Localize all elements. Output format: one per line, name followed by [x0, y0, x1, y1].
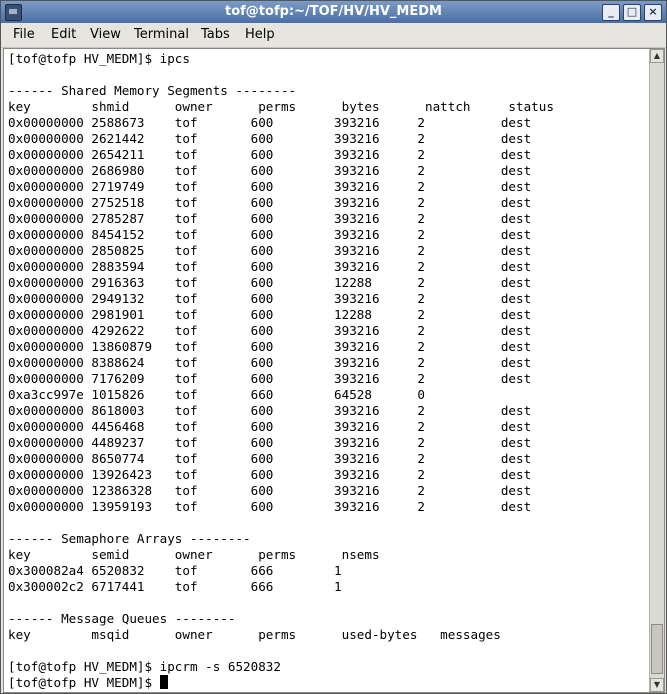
terminal-line-text: 0x00000000 2686980 tof 600 393216 2 dest	[8, 163, 532, 178]
terminal-line: key shmid owner perms bytes nattch statu…	[8, 99, 648, 115]
terminal-line: 0x300002c2 6717441 tof 666 1	[8, 579, 648, 595]
terminal-line-text: ------ Semaphore Arrays --------	[8, 531, 251, 546]
terminal-line: 0x00000000 8454152 tof 600 393216 2 dest	[8, 227, 648, 243]
terminal-line: ------ Shared Memory Segments --------	[8, 83, 648, 99]
terminal-line-text: 0x00000000 2850825 tof 600 393216 2 dest	[8, 243, 532, 258]
menu-file[interactable]: File	[13, 27, 35, 42]
terminal-line-text: 0x00000000 8388624 tof 600 393216 2 dest	[8, 355, 532, 370]
terminal-line: 0x00000000 4292622 tof 600 393216 2 dest	[8, 323, 648, 339]
terminal-line: 0x00000000 8388624 tof 600 393216 2 dest	[8, 355, 648, 371]
terminal-line: 0x00000000 7176209 tof 600 393216 2 dest	[8, 371, 648, 387]
terminal-line: 0x00000000 2981901 tof 600 12288 2 dest	[8, 307, 648, 323]
terminal-window: tof@tofp:~/TOF/HV/HV_MEDM _ □ × File Edi…	[0, 0, 667, 694]
terminal-line-text: 0x00000000 8454152 tof 600 393216 2 dest	[8, 227, 532, 242]
terminal-line-text: 0x00000000 2981901 tof 600 12288 2 dest	[8, 307, 532, 322]
terminal-line: ------ Semaphore Arrays --------	[8, 531, 648, 547]
menu-terminal[interactable]: Terminal	[134, 27, 189, 42]
menu-view[interactable]: View	[90, 27, 121, 42]
terminal-line: 0x00000000 2916363 tof 600 12288 2 dest	[8, 275, 648, 291]
scroll-down-icon[interactable]: ▼	[650, 678, 664, 692]
terminal-line: [tof@tofp HV_MEDM]$	[8, 675, 648, 689]
menu-tabs[interactable]: Tabs	[201, 27, 230, 42]
terminal-line-text: 0x00000000 4456468 tof 600 393216 2 dest	[8, 419, 532, 434]
text-cursor	[159, 675, 168, 689]
terminal-line-text: 0x00000000 2916363 tof 600 12288 2 dest	[8, 275, 532, 290]
terminal-line: 0x00000000 2588673 tof 600 393216 2 dest	[8, 115, 648, 131]
terminal-line-text: 0x00000000 2883594 tof 600 393216 2 dest	[8, 259, 532, 274]
terminal-line-text: 0x00000000 4292622 tof 600 393216 2 dest	[8, 323, 532, 338]
terminal-line-text: 0xa3cc997e 1015826 tof 660 64528 0	[8, 387, 426, 402]
terminal-line: 0xa3cc997e 1015826 tof 660 64528 0	[8, 387, 648, 403]
terminal-line-text: ------ Shared Memory Segments --------	[8, 83, 297, 98]
menu-help[interactable]: Help	[245, 27, 275, 42]
terminal-line: ------ Message Queues --------	[8, 611, 648, 627]
terminal-line-text: 0x00000000 13860879 tof 600 393216 2 des…	[8, 339, 532, 354]
terminal-line-text: key shmid owner perms bytes nattch statu…	[8, 99, 554, 114]
terminal-line-text: 0x00000000 2654211 tof 600 393216 2 dest	[8, 147, 532, 162]
terminal-line: 0x00000000 12386328 tof 600 393216 2 des…	[8, 483, 648, 499]
terminal-line: 0x300082a4 6520832 tof 666 1	[8, 563, 648, 579]
terminal-line-text: 0x300002c2 6717441 tof 666 1	[8, 579, 342, 594]
terminal-line-text: key semid owner perms nsems	[8, 547, 380, 562]
terminal-line-text: 0x00000000 2719749 tof 600 393216 2 dest	[8, 179, 532, 194]
terminal-line: [tof@tofp HV_MEDM]$ ipcrm -s 6520832	[8, 659, 648, 675]
terminal-line: [tof@tofp HV_MEDM]$ ipcs	[8, 51, 648, 67]
scrollbar-thumb[interactable]	[651, 624, 663, 674]
terminal-line: 0x00000000 2785287 tof 600 393216 2 dest	[8, 211, 648, 227]
terminal-line-text: 0x00000000 13959193 tof 600 393216 2 des…	[8, 499, 532, 514]
menu-edit[interactable]: Edit	[51, 27, 76, 42]
terminal-line: 0x00000000 2949132 tof 600 393216 2 dest	[8, 291, 648, 307]
terminal-line: 0x00000000 8650774 tof 600 393216 2 dest	[8, 451, 648, 467]
terminal-line: 0x00000000 2883594 tof 600 393216 2 dest	[8, 259, 648, 275]
terminal-line: 0x00000000 13860879 tof 600 393216 2 des…	[8, 339, 648, 355]
terminal-line-text: 0x00000000 2785287 tof 600 393216 2 dest	[8, 211, 532, 226]
maximize-icon[interactable]: □	[623, 4, 641, 21]
terminal-line: 0x00000000 2686980 tof 600 393216 2 dest	[8, 163, 648, 179]
menu-bar: File Edit View Terminal Tabs Help	[1, 23, 666, 48]
terminal-line: 0x00000000 8618003 tof 600 393216 2 dest	[8, 403, 648, 419]
terminal-line-text: [tof@tofp HV_MEDM]$	[8, 675, 160, 689]
terminal-line: 0x00000000 13959193 tof 600 393216 2 des…	[8, 499, 648, 515]
terminal-line-text: key msqid owner perms used-bytes message…	[8, 627, 501, 642]
close-icon[interactable]: ×	[644, 4, 662, 21]
terminal-area[interactable]: [tof@tofp HV_MEDM]$ ipcs ------ Shared Me…	[3, 48, 665, 693]
terminal-line: 0x00000000 4456468 tof 600 393216 2 dest	[8, 419, 648, 435]
scroll-up-icon[interactable]: ▲	[650, 49, 664, 63]
terminal-line-text: 0x00000000 13926423 tof 600 393216 2 des…	[8, 467, 532, 482]
terminal-line-text: 0x00000000 2621442 tof 600 393216 2 dest	[8, 131, 532, 146]
terminal-line: 0x00000000 2654211 tof 600 393216 2 dest	[8, 147, 648, 163]
terminal-line-text: 0x00000000 8618003 tof 600 393216 2 dest	[8, 403, 532, 418]
terminal-line: 0x00000000 2719749 tof 600 393216 2 dest	[8, 179, 648, 195]
terminal-line-text: 0x00000000 2752518 tof 600 393216 2 dest	[8, 195, 532, 210]
window-title: tof@tofp:~/TOF/HV/HV_MEDM	[225, 4, 442, 19]
terminal-line-text: 0x00000000 2588673 tof 600 393216 2 dest	[8, 115, 532, 130]
title-bar[interactable]: tof@tofp:~/TOF/HV/HV_MEDM _ □ ×	[1, 1, 666, 23]
terminal-line: key semid owner perms nsems	[8, 547, 648, 563]
terminal-line-text: 0x00000000 8650774 tof 600 393216 2 dest	[8, 451, 532, 466]
terminal-line-text: 0x300082a4 6520832 tof 666 1	[8, 563, 342, 578]
terminal-line: 0x00000000 13926423 tof 600 393216 2 des…	[8, 467, 648, 483]
vertical-scrollbar[interactable]: ▲ ▼	[649, 49, 664, 692]
terminal-line-text: [tof@tofp HV_MEDM]$ ipcrm -s 6520832	[8, 659, 281, 674]
terminal-line-text: 0x00000000 7176209 tof 600 393216 2 dest	[8, 371, 532, 386]
terminal-line-text: 0x00000000 12386328 tof 600 393216 2 des…	[8, 483, 532, 498]
terminal-line: 0x00000000 2621442 tof 600 393216 2 dest	[8, 131, 648, 147]
terminal-output[interactable]: [tof@tofp HV_MEDM]$ ipcs ------ Shared Me…	[8, 51, 648, 689]
terminal-line-text: [tof@tofp HV_MEDM]$ ipcs	[8, 51, 190, 66]
terminal-line-text: ------ Message Queues --------	[8, 611, 236, 626]
minimize-icon[interactable]: _	[602, 4, 620, 21]
terminal-line: 0x00000000 2752518 tof 600 393216 2 dest	[8, 195, 648, 211]
terminal-line: key msqid owner perms used-bytes message…	[8, 627, 648, 643]
terminal-line-text: 0x00000000 2949132 tof 600 393216 2 dest	[8, 291, 532, 306]
terminal-line: 0x00000000 2850825 tof 600 393216 2 dest	[8, 243, 648, 259]
terminal-line: 0x00000000 4489237 tof 600 393216 2 dest	[8, 435, 648, 451]
terminal-line-text: 0x00000000 4489237 tof 600 393216 2 dest	[8, 435, 532, 450]
